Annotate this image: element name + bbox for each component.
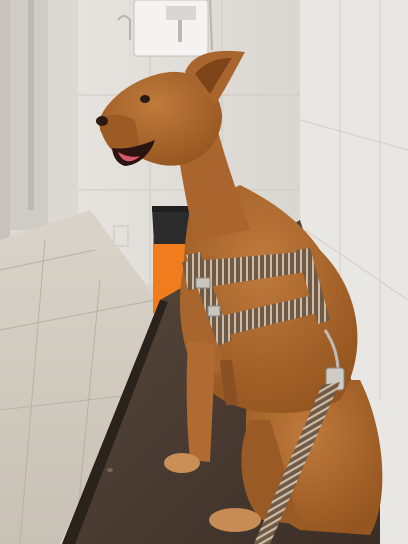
photo-canvas — [0, 0, 408, 544]
door-frame — [0, 0, 90, 240]
photo-scene — [0, 0, 408, 544]
